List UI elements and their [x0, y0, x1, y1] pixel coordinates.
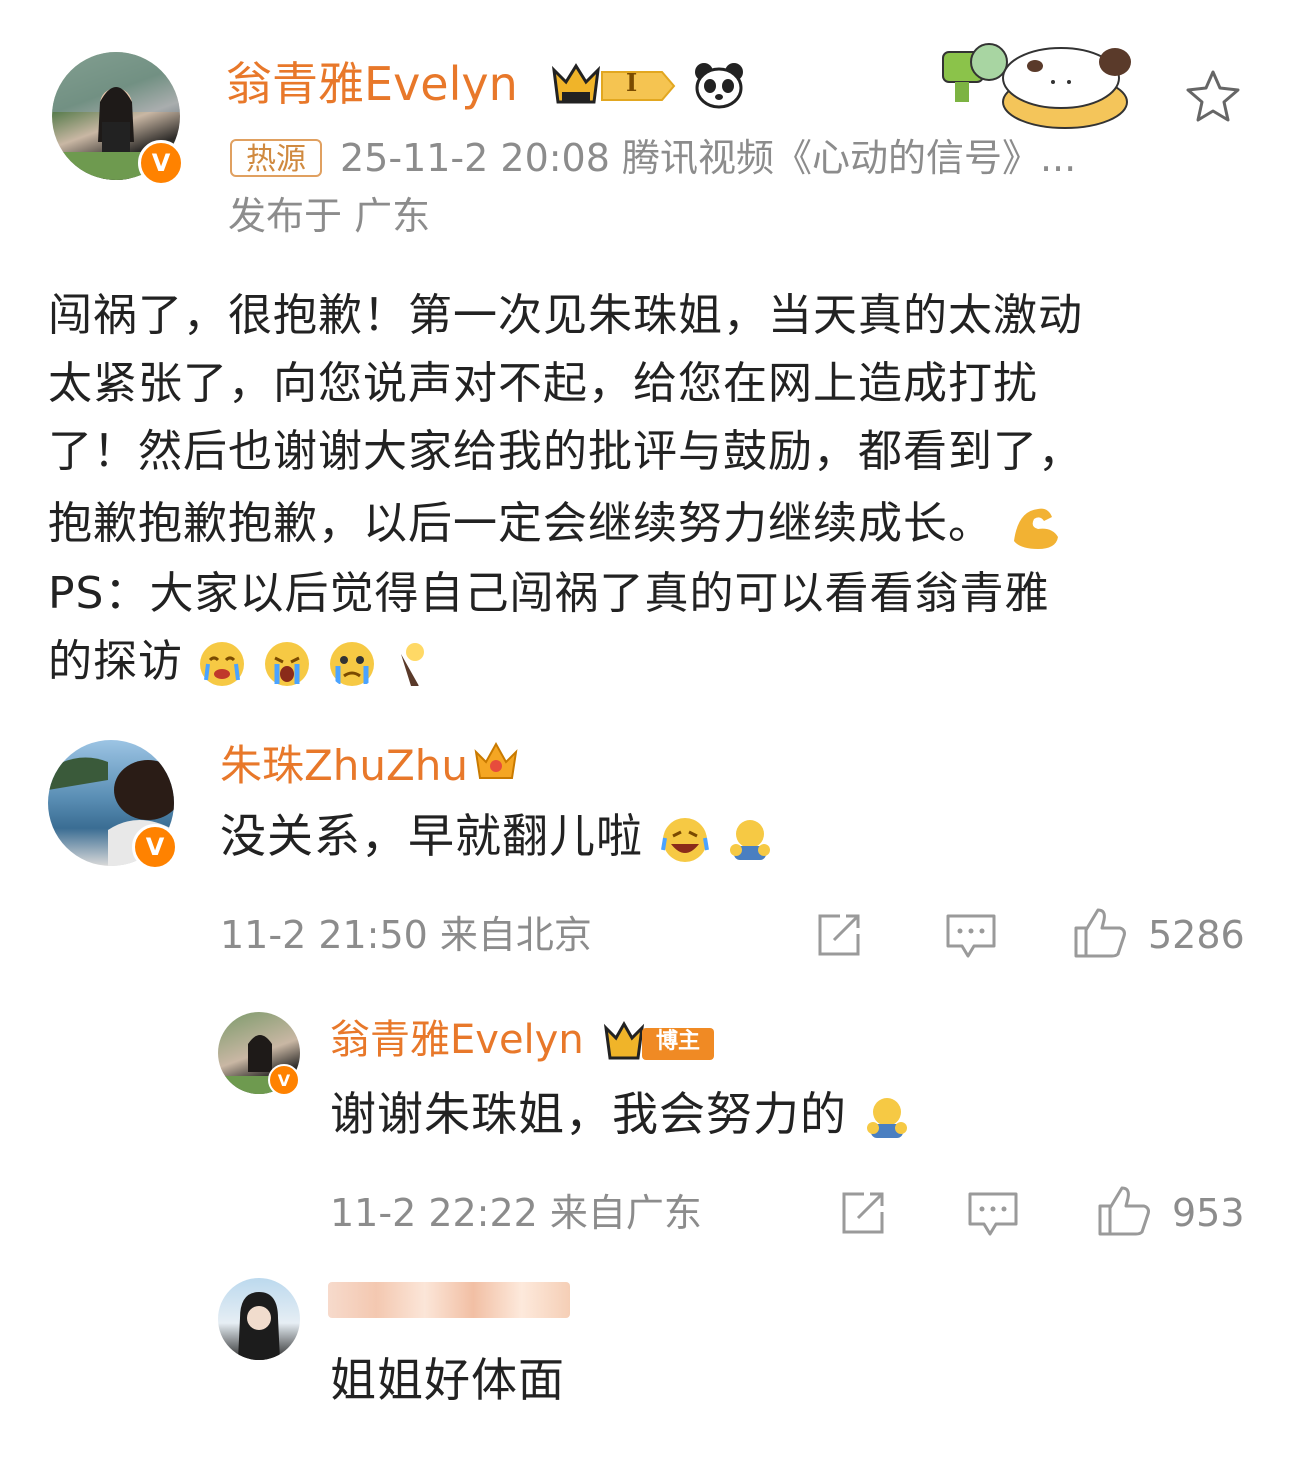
hug-emoji-icon — [730, 819, 771, 860]
reply2-avatar[interactable] — [218, 1278, 300, 1360]
muscle-emoji-icon — [1014, 508, 1058, 549]
verified-badge-icon: V — [132, 824, 178, 870]
post-body-line-4: 抱歉抱歉抱歉，以后一定会继续努力继续成长。 — [48, 490, 1064, 558]
level-badge-text: I — [626, 68, 638, 97]
comment1-author-name[interactable]: 朱珠ZhuZhu — [220, 738, 468, 794]
reply1-text: 谢谢朱珠姐，我会努力的 — [330, 1082, 911, 1146]
reply1-text-body: 谢谢朱珠姐，我会努力的 — [330, 1087, 847, 1141]
candle-emoji-icon — [401, 643, 424, 686]
crying-emoji-icon — [200, 642, 244, 686]
post-time-source[interactable]: 25-11-2 20:08 腾讯视频《心动的信号》... — [340, 132, 1076, 184]
post-body-line-6: 的探访 — [48, 628, 429, 696]
reply1-like-icon[interactable] — [1096, 1182, 1152, 1238]
reply2-text: 姐姐好体面 — [330, 1353, 565, 1407]
gold-crown-badge-icon — [470, 738, 522, 788]
panda-icon — [692, 60, 746, 110]
post-body-line-5: PS：大家以后觉得自己闯祸了真的可以看看翁青雅 — [48, 568, 1050, 619]
reply1-author-name[interactable]: 翁青雅Evelyn — [330, 1012, 584, 1068]
comment1-text-body: 没关系，早就翻儿啦 — [220, 809, 643, 863]
blogger-badge-text: 博主 — [656, 1029, 701, 1054]
avatar-photo — [238, 1292, 280, 1360]
vip-crown-level-badge[interactable]: I — [550, 62, 680, 110]
comment1-reply-icon[interactable] — [944, 910, 998, 960]
comment1-like-count: 5286 — [1148, 913, 1245, 957]
reply1-meta: 11-2 22:22 来自广东 — [330, 1191, 702, 1235]
post-body-line-3: 了！然后也谢谢大家给我的批评与鼓励，都看到了， — [48, 426, 1083, 477]
wailing-emoji-icon — [265, 642, 309, 686]
post-author-name[interactable]: 翁青雅Evelyn — [226, 54, 518, 114]
comment1-share-icon[interactable] — [814, 910, 864, 960]
laughing-tears-emoji-icon — [660, 817, 709, 862]
post-body-line-6-text: 的探访 — [48, 636, 183, 687]
reply1-blogger-badge: 博主 — [602, 1020, 716, 1064]
post-body-line-2: 太紧张了，向您说声对不起，给您在网上造成打扰 — [48, 358, 1038, 409]
hug-emoji-icon — [866, 1097, 907, 1138]
reply2-blurred-username — [328, 1282, 570, 1318]
reply1-share-icon[interactable] — [838, 1188, 888, 1238]
reply1-reply-icon[interactable] — [966, 1188, 1020, 1238]
comment1-like-icon[interactable] — [1072, 904, 1128, 960]
reply1-like-count: 953 — [1172, 1191, 1245, 1235]
decorative-sticker-icon — [935, 22, 1145, 132]
comment1-meta: 11-2 21:50 来自北京 — [220, 913, 592, 957]
post-location: 发布于 广东 — [228, 194, 431, 238]
tears-emoji-icon — [330, 642, 374, 686]
favorite-star-icon[interactable] — [1184, 68, 1242, 124]
verified-badge-icon: V — [268, 1064, 300, 1096]
post-body-line-4-text: 抱歉抱歉抱歉，以后一定会继续努力继续成长。 — [48, 498, 993, 549]
hot-source-tag[interactable]: 热源 — [230, 139, 322, 177]
comment1-text: 没关系，早就翻儿啦 — [220, 804, 774, 868]
verified-badge-icon: V — [138, 140, 184, 186]
post-body-line-1: 闯祸了，很抱歉！第一次见朱珠姐，当天真的太激动 — [48, 290, 1083, 341]
